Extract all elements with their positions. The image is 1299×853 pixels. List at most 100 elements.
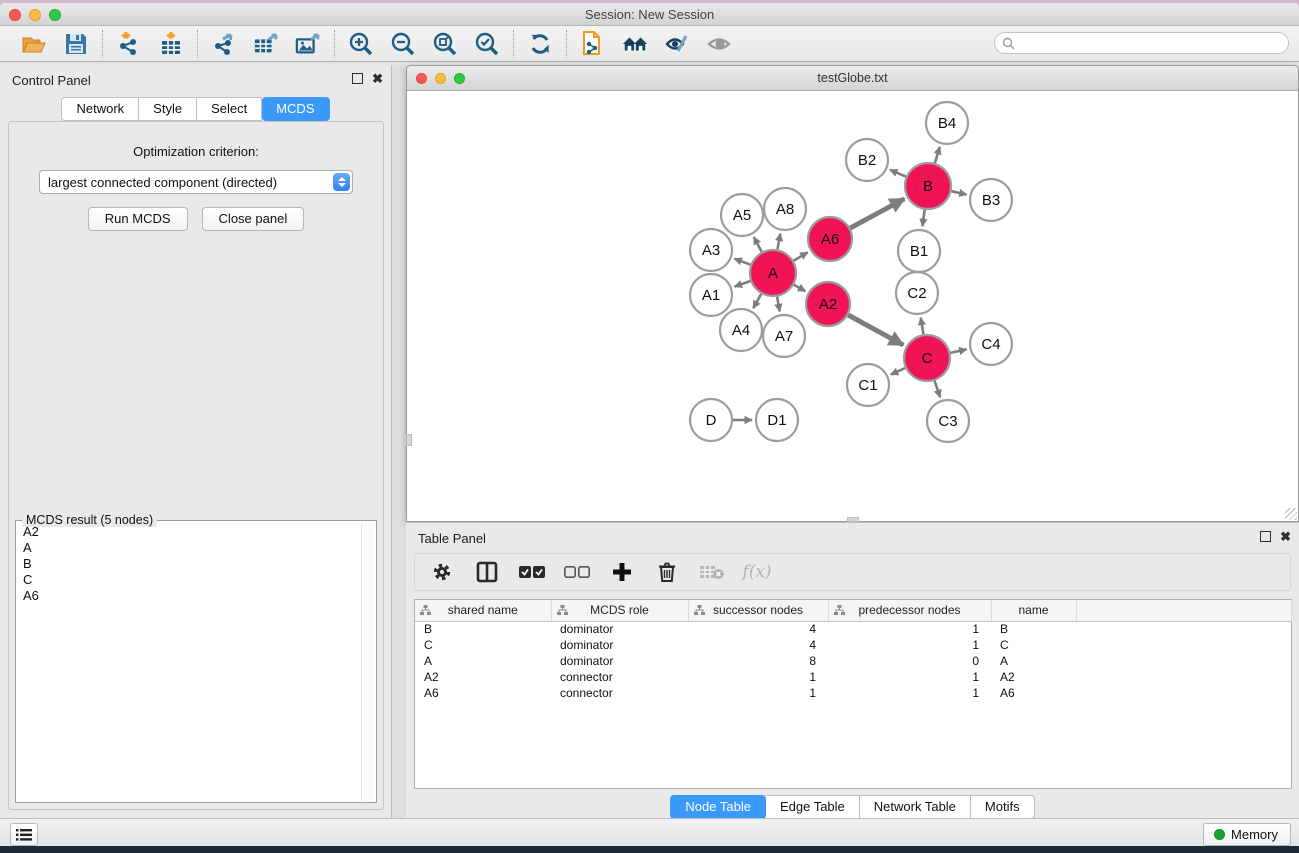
tab-network[interactable]: Network bbox=[61, 97, 139, 121]
table-cell[interactable] bbox=[1076, 621, 1291, 637]
table-cell[interactable]: B bbox=[991, 621, 1076, 637]
graph-edge-B-B4[interactable] bbox=[935, 147, 940, 163]
table-cell[interactable]: connector bbox=[551, 669, 688, 685]
graph-edge-B-B1[interactable] bbox=[922, 210, 924, 226]
export-network-icon[interactable] bbox=[211, 31, 237, 57]
close-panel-button[interactable]: Close panel bbox=[202, 207, 305, 231]
table-tab-motifs[interactable]: Motifs bbox=[971, 795, 1035, 819]
column-header-mcds-role[interactable]: MCDS role bbox=[551, 600, 688, 621]
graph-edge-A-A4[interactable] bbox=[753, 294, 761, 308]
window-resize-grip[interactable] bbox=[1285, 508, 1297, 520]
mcds-result-item[interactable]: A bbox=[17, 540, 361, 556]
zoom-fit-icon[interactable] bbox=[432, 31, 458, 57]
import-network-icon[interactable] bbox=[116, 31, 142, 57]
run-mcds-button[interactable]: Run MCDS bbox=[88, 207, 188, 231]
table-cell[interactable]: A2 bbox=[415, 669, 551, 685]
column-header-predecessor-nodes[interactable]: predecessor nodes bbox=[828, 600, 991, 621]
graph-edge-C-C4[interactable] bbox=[950, 349, 966, 353]
table-cell[interactable]: A6 bbox=[415, 685, 551, 701]
refresh-icon[interactable] bbox=[527, 31, 553, 57]
graph-node-A7[interactable]: A7 bbox=[763, 315, 805, 357]
table-tab-edge-table[interactable]: Edge Table bbox=[766, 795, 860, 819]
task-history-button[interactable] bbox=[10, 823, 38, 846]
export-table-icon[interactable] bbox=[253, 31, 279, 57]
delete-table-icon[interactable] bbox=[699, 559, 725, 585]
graph-node-A[interactable]: A bbox=[750, 250, 796, 296]
tab-mcds[interactable]: MCDS bbox=[262, 97, 329, 121]
table-cell[interactable]: 1 bbox=[828, 685, 991, 701]
table-cell[interactable]: connector bbox=[551, 685, 688, 701]
select-all-icon[interactable] bbox=[519, 559, 545, 585]
table-cell[interactable]: 8 bbox=[688, 653, 828, 669]
table-cell[interactable]: C bbox=[991, 637, 1076, 653]
graph-edge-B-B3[interactable] bbox=[951, 191, 966, 194]
graph-node-C1[interactable]: C1 bbox=[847, 364, 889, 406]
table-cell[interactable]: 1 bbox=[828, 669, 991, 685]
graph-edge-A-A8[interactable] bbox=[777, 234, 780, 250]
table-cell[interactable]: 1 bbox=[828, 637, 991, 653]
graph-node-D1[interactable]: D1 bbox=[756, 399, 798, 441]
show-column-icon[interactable] bbox=[474, 559, 500, 585]
graph-node-C[interactable]: C bbox=[904, 335, 950, 381]
graph-edge-A-A5[interactable] bbox=[754, 237, 762, 252]
graph-edge-C-C3[interactable] bbox=[935, 381, 941, 398]
network-graph[interactable]: AA1A2A3A4A5A6A7A8BB1B2B3B4CC1C2C3C4DD1 bbox=[407, 91, 1298, 521]
zoom-out-icon[interactable] bbox=[390, 31, 416, 57]
table-cell[interactable]: dominator bbox=[551, 653, 688, 669]
graph-node-B2[interactable]: B2 bbox=[846, 139, 888, 181]
search-input[interactable] bbox=[1019, 34, 1288, 52]
open-session-icon[interactable] bbox=[21, 31, 47, 57]
table-row[interactable]: A2connector11A2 bbox=[415, 669, 1291, 685]
graph-node-D[interactable]: D bbox=[690, 399, 732, 441]
table-cell[interactable]: A bbox=[415, 653, 551, 669]
table-cell[interactable] bbox=[1076, 653, 1291, 669]
graph-node-A4[interactable]: A4 bbox=[720, 309, 762, 351]
table-row[interactable]: Bdominator41B bbox=[415, 621, 1291, 637]
function-builder-icon[interactable]: f(x) bbox=[744, 559, 770, 585]
graph-node-A2[interactable]: A2 bbox=[806, 282, 850, 326]
table-cell[interactable]: dominator bbox=[551, 621, 688, 637]
float-panel-icon[interactable] bbox=[352, 73, 363, 84]
graph-edge-A-A2[interactable] bbox=[794, 285, 806, 291]
graph-node-B3[interactable]: B3 bbox=[970, 179, 1012, 221]
table-tab-node-table[interactable]: Node Table bbox=[670, 795, 766, 819]
graph-node-B[interactable]: B bbox=[905, 163, 951, 209]
graph-node-C4[interactable]: C4 bbox=[970, 323, 1012, 365]
table-cell[interactable]: A bbox=[991, 653, 1076, 669]
save-session-icon[interactable] bbox=[63, 31, 89, 57]
graph-edge-A2-C[interactable] bbox=[848, 315, 903, 345]
graph-node-A6[interactable]: A6 bbox=[808, 217, 852, 261]
column-header-name[interactable]: name bbox=[991, 600, 1076, 621]
optimization-criterion-select[interactable]: largest connected component (directed) bbox=[39, 170, 353, 194]
graph-node-A8[interactable]: A8 bbox=[764, 188, 806, 230]
graph-edge-B-B2[interactable] bbox=[890, 170, 906, 177]
close-panel-icon[interactable]: ✖ bbox=[1280, 531, 1291, 542]
float-panel-icon[interactable] bbox=[1260, 531, 1271, 542]
splitter-handle[interactable] bbox=[406, 434, 412, 446]
table-cell[interactable] bbox=[1076, 637, 1291, 653]
table-cell[interactable]: A2 bbox=[991, 669, 1076, 685]
graph-node-C3[interactable]: C3 bbox=[927, 400, 969, 442]
graph-edge-A-A1[interactable] bbox=[735, 281, 751, 287]
table-cell[interactable]: dominator bbox=[551, 637, 688, 653]
export-image-icon[interactable] bbox=[295, 31, 321, 57]
delete-column-icon[interactable] bbox=[654, 559, 680, 585]
graph-node-A3[interactable]: A3 bbox=[690, 229, 732, 271]
add-column-icon[interactable] bbox=[609, 559, 635, 585]
table-cell[interactable]: 4 bbox=[688, 621, 828, 637]
memory-button[interactable]: Memory bbox=[1203, 823, 1291, 846]
style-preview-icon[interactable] bbox=[664, 31, 690, 57]
network-from-file-icon[interactable] bbox=[580, 31, 606, 57]
table-cell[interactable]: B bbox=[415, 621, 551, 637]
network-canvas[interactable]: AA1A2A3A4A5A6A7A8BB1B2B3B4CC1C2C3C4DD1 bbox=[407, 91, 1298, 521]
graph-edge-A6-B[interactable] bbox=[850, 199, 904, 228]
tab-select[interactable]: Select bbox=[197, 97, 262, 121]
graph-edge-A-A3[interactable] bbox=[734, 259, 750, 265]
mcds-result-list[interactable]: A2ABCA6 bbox=[17, 524, 361, 801]
splitter-handle[interactable] bbox=[847, 517, 859, 522]
settings-gear-icon[interactable] bbox=[429, 559, 455, 585]
column-header-shared-name[interactable]: shared name bbox=[415, 600, 551, 621]
mcds-result-item[interactable]: B bbox=[17, 556, 361, 572]
table-cell[interactable]: A6 bbox=[991, 685, 1076, 701]
table-tab-network-table[interactable]: Network Table bbox=[860, 795, 971, 819]
